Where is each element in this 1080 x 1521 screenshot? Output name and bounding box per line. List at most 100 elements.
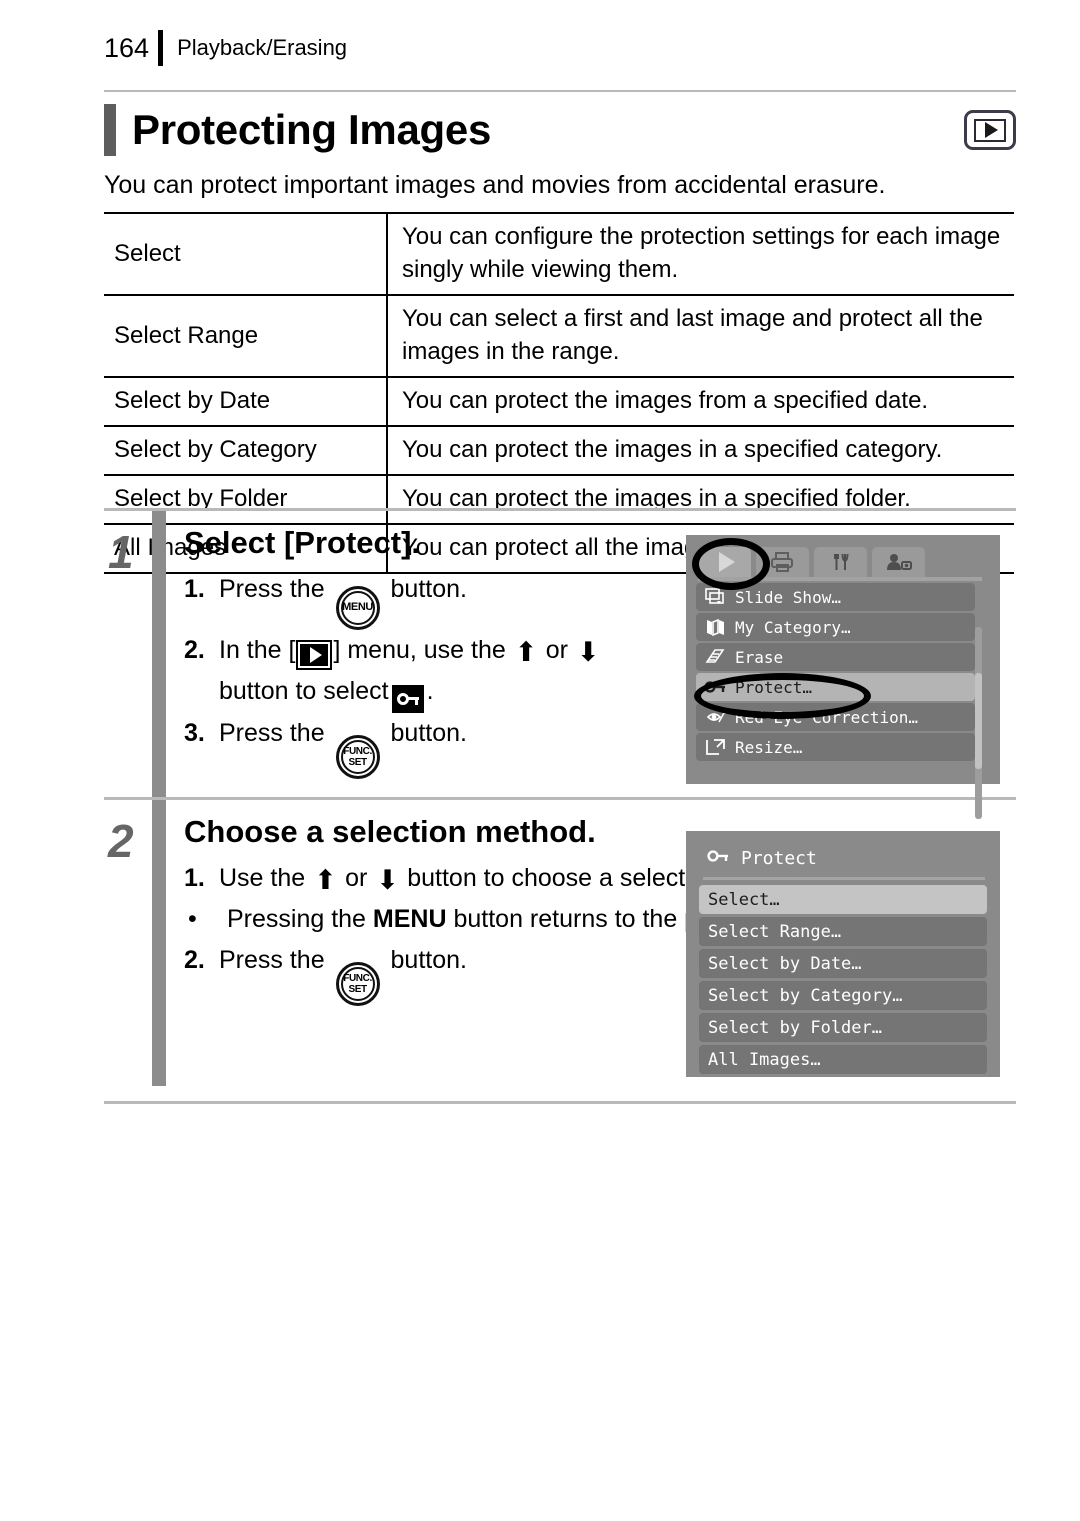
- step-2-line-2-text-before: Pressing the: [227, 905, 366, 933]
- step-2-line-2-marker: •: [188, 905, 197, 933]
- playback-icon-frame: [974, 118, 1006, 142]
- set-button-label: SET: [348, 984, 367, 995]
- method-name: Select Range: [104, 295, 388, 378]
- page-header: 164 Playback/Erasing: [104, 28, 347, 68]
- menu-scrollbar-thumb[interactable]: [975, 673, 982, 769]
- step-2-number: 2: [108, 815, 134, 867]
- menu-item-erase[interactable]: Erase: [696, 643, 975, 671]
- step-1-number: 1: [108, 526, 134, 578]
- protect-option-select-by-category[interactable]: Select by Category…: [699, 981, 987, 1010]
- menu-button-icon: MENU: [335, 585, 380, 630]
- protect-option-select-range[interactable]: Select Range…: [699, 917, 987, 946]
- protect-option-label: Select…: [708, 889, 780, 910]
- slideshow-icon: [703, 586, 729, 608]
- step-1-line-2-or: or: [545, 635, 568, 664]
- step-1-line-3-text-before: Press the: [219, 718, 325, 747]
- step-1-line-3-text-after: button.: [390, 718, 467, 747]
- protect-option-select-by-date[interactable]: Select by Date…: [699, 949, 987, 978]
- step-2-divider: [152, 800, 166, 1086]
- person-camera-icon: [886, 554, 912, 570]
- protect-title-separator: [703, 877, 985, 880]
- menu-item-label: Slide Show…: [735, 587, 841, 607]
- protect-option-label: Select Range…: [708, 921, 842, 942]
- method-description: You can select a first and last image an…: [387, 295, 1014, 378]
- func-set-button-icon: FUNC. SET: [335, 962, 380, 1006]
- method-description: You can configure the protection setting…: [387, 212, 1014, 296]
- my-category-icon: [703, 616, 729, 638]
- set-button-label: SET: [348, 756, 367, 768]
- menu-item-my-category[interactable]: My Category…: [696, 613, 975, 641]
- func-button-label: FUNC.: [343, 973, 372, 984]
- printer-icon: [770, 552, 793, 572]
- erase-icon: [703, 646, 729, 668]
- play-triangle-icon: [985, 122, 998, 138]
- step-2-line-1-text-before: Use the: [219, 864, 306, 892]
- step-2-line-3-marker: 2.: [184, 946, 205, 974]
- camera-protect-menu-screen: Protect Select… Select Range… Select by …: [686, 831, 1000, 1077]
- menu-item-label: Erase: [735, 647, 784, 667]
- step-2-line-3-text-before: Press the: [219, 946, 325, 974]
- step-1-line-1-marker: 1.: [184, 575, 205, 603]
- method-name: Select by Category: [104, 426, 388, 476]
- method-description: You can protect the images in a specifie…: [387, 426, 1014, 476]
- menu-scrollbar[interactable]: [975, 627, 982, 819]
- table-row: Select by Date You can protect the image…: [104, 377, 1014, 427]
- step-1-line-1-text-after: button.: [390, 575, 467, 603]
- page-title: Protecting Images: [132, 106, 491, 153]
- menu-item-slide-show[interactable]: Slide Show…: [696, 583, 975, 611]
- down-arrow-icon: ⬇: [576, 636, 600, 667]
- protect-option-select[interactable]: Select…: [699, 885, 987, 914]
- table-row: Select You can configure the protection …: [104, 212, 1014, 296]
- method-description: You can protect the images from a specif…: [387, 377, 1014, 427]
- down-arrow-icon: ⬇: [376, 865, 399, 895]
- settings-tab[interactable]: [814, 547, 867, 577]
- protect-options-list: Select… Select Range… Select by Date… Se…: [699, 885, 987, 1074]
- step-1-line-2-tail: .: [426, 676, 434, 705]
- page-title-row: Protecting Images: [104, 101, 1016, 159]
- red-eye-icon: [703, 706, 729, 728]
- bottom-hairline: [104, 1101, 1016, 1104]
- protect-screen-title: Protect: [741, 847, 817, 869]
- playback-icon: [296, 639, 333, 670]
- step-1-divider: [152, 511, 166, 797]
- func-set-button-icon: FUNC. SET: [335, 734, 380, 779]
- menu-item-label: Red-Eye Correction…: [735, 707, 919, 727]
- print-tab[interactable]: [756, 547, 809, 577]
- page-number: 164: [104, 33, 150, 63]
- key-protect-icon: [707, 848, 731, 869]
- intro-paragraph: You can protect important images and mov…: [104, 171, 886, 199]
- playback-tab[interactable]: [698, 547, 751, 577]
- protect-option-all-images[interactable]: All Images…: [699, 1045, 987, 1074]
- step-1-line-2-text-after: button to select: [219, 676, 389, 705]
- play-triangle-icon: [718, 552, 735, 572]
- up-arrow-icon: ⬆: [314, 865, 337, 895]
- method-name: Select by Date: [104, 377, 388, 427]
- protect-option-select-by-folder[interactable]: Select by Folder…: [699, 1013, 987, 1042]
- menu-item-label: Protect…: [735, 677, 813, 697]
- up-arrow-icon: ⬆: [514, 636, 538, 667]
- protect-screen-title-row: Protect: [699, 843, 987, 873]
- menu-item-label: My Category…: [735, 617, 851, 637]
- table-row: Select by Category You can protect the i…: [104, 426, 1014, 476]
- step-1-line-2-text-before: In the [: [219, 635, 296, 664]
- play-triangle-icon: [309, 646, 322, 663]
- table-row: Select Range You can select a first and …: [104, 295, 1014, 378]
- protect-option-label: Select by Folder…: [708, 1017, 882, 1038]
- playback-menu-list: Slide Show… My Category… Erase Protect… …: [696, 583, 990, 819]
- step-2-menu-keyword: MENU: [372, 905, 447, 933]
- header-section-name: Playback/Erasing: [177, 35, 348, 60]
- menu-item-resize[interactable]: Resize…: [696, 733, 975, 761]
- menu-item-label: Resize…: [735, 737, 803, 757]
- method-name: Select: [104, 212, 388, 296]
- menu-item-protect[interactable]: Protect…: [696, 673, 975, 701]
- step-2-line-1-marker: 1.: [184, 864, 205, 892]
- key-protect-icon: [703, 676, 729, 698]
- protect-option-label: Select by Category…: [708, 985, 903, 1006]
- my-camera-tab[interactable]: [872, 547, 925, 577]
- protect-option-label: Select by Date…: [708, 953, 862, 974]
- step-2-line-1-or: or: [345, 864, 368, 892]
- tools-icon: [833, 553, 848, 570]
- header-divider: [158, 30, 164, 66]
- menu-item-red-eye-correction[interactable]: Red-Eye Correction…: [696, 703, 975, 731]
- resize-icon: [703, 736, 729, 758]
